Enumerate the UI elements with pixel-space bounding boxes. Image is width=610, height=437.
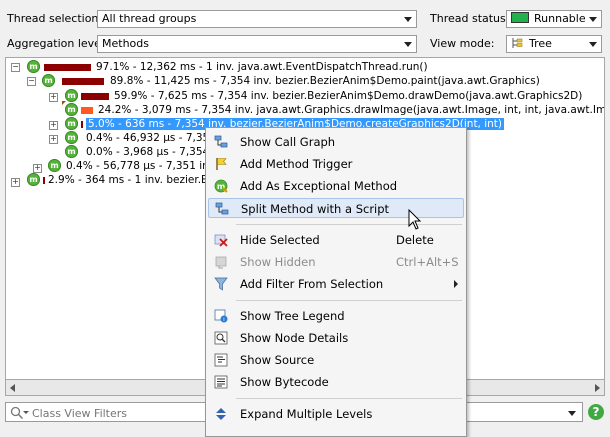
chevron-down-icon[interactable] <box>568 411 576 416</box>
hide-icon <box>214 234 228 247</box>
node-details-icon <box>214 331 228 345</box>
menu-item-show-hidden: Show Hidden Ctrl+Alt+S <box>208 252 464 272</box>
chevron-down-icon <box>404 17 412 22</box>
method-icon: m <box>48 159 61 172</box>
tree-row[interactable]: 97.1% - 12,362 ms - 1 inv. java.awt.Even… <box>96 60 428 74</box>
tree-row[interactable]: 59.9% - 7,625 ms - 7,354 inv. bezier.Bez… <box>114 89 582 103</box>
view-mode-value: Tree <box>529 37 552 50</box>
expand-toggle[interactable]: + <box>33 164 42 173</box>
view-mode-label: View mode: <box>430 37 495 50</box>
menu-item-label: Show Source <box>240 353 315 367</box>
expand-toggle[interactable]: + <box>49 121 58 130</box>
menu-item-label: Add Filter From Selection <box>240 277 384 291</box>
aggregation-level-dropdown[interactable]: Methods <box>97 35 417 53</box>
tree-row[interactable]: 2.9% - 364 ms - 1 inv. bezier.Bez <box>48 173 220 187</box>
collapse-toggle[interactable]: − <box>27 77 36 86</box>
chevron-down-icon[interactable] <box>23 411 29 414</box>
percentage-bar <box>81 121 83 128</box>
menu-item-label: Show Tree Legend <box>240 309 345 323</box>
method-icon: m <box>27 173 40 186</box>
menu-item-split-method-script[interactable]: Split Method with a Script <box>208 198 464 218</box>
chevron-down-icon <box>404 42 412 47</box>
tree-view-icon <box>512 38 523 48</box>
expand-toggle[interactable]: + <box>49 135 58 144</box>
svg-text:i: i <box>223 317 224 323</box>
method-icon: m <box>27 60 40 73</box>
menu-separator <box>236 224 462 225</box>
tree-row[interactable]: 0.4% - 46,932 µs - 7,35 <box>86 131 209 145</box>
menu-item-label: Add Method Trigger <box>240 157 353 171</box>
filter-icon <box>214 277 228 291</box>
percentage-bar <box>62 78 104 85</box>
aggregation-level-value: Methods <box>102 37 149 50</box>
tree-row[interactable]: 24.2% - 3,079 ms - 7,354 inv. java.awt.G… <box>98 103 604 117</box>
runnable-status-icon <box>511 12 529 23</box>
tree-row[interactable]: 0.4% - 56,778 µs - 7,351 inv <box>66 159 215 173</box>
tree-legend-icon: i <box>214 309 228 323</box>
method-icon: m <box>42 74 55 87</box>
menu-item-add-filter[interactable]: Add Filter From Selection <box>208 274 464 294</box>
mouse-cursor-icon <box>408 209 422 230</box>
thread-selection-dropdown[interactable]: All thread groups <box>97 10 417 28</box>
method-icon: m <box>65 131 78 144</box>
menu-item-show-bytecode[interactable]: Show Bytecode <box>208 372 464 392</box>
flag-icon <box>216 158 227 170</box>
menu-item-label: Show Call Graph <box>240 135 336 149</box>
submenu-arrow-icon <box>454 280 458 288</box>
source-icon <box>214 353 228 367</box>
menu-item-shortcut: Delete <box>396 233 434 247</box>
menu-item-label: Show Node Details <box>240 331 349 345</box>
menu-item-show-call-graph[interactable]: Show Call Graph <box>208 132 464 152</box>
menu-item-hide-selected[interactable]: Hide Selected Delete <box>208 230 464 250</box>
percentage-bar <box>44 64 91 71</box>
menu-item-label: Show Hidden <box>240 255 316 269</box>
menu-separator <box>236 300 462 301</box>
menu-item-label: Split Method with a Script <box>241 202 390 216</box>
menu-item-show-source[interactable]: Show Source <box>208 350 464 370</box>
thread-status-value: Runnable <box>534 12 586 25</box>
chevron-down-icon <box>589 42 597 47</box>
method-icon: m <box>65 89 78 102</box>
collapse-toggle[interactable]: − <box>11 63 20 72</box>
bytecode-icon <box>214 375 228 389</box>
percentage-bar <box>81 93 109 100</box>
help-icon[interactable]: ? <box>588 404 604 420</box>
method-icon: m <box>62 101 78 116</box>
tree-row[interactable]: 0.0% - 3,968 µs - 7,354 <box>86 145 209 159</box>
show-hidden-icon <box>215 256 227 269</box>
percentage-bar <box>81 107 93 114</box>
menu-item-label: Show Bytecode <box>240 375 329 389</box>
menu-item-expand-multiple-levels[interactable]: Expand Multiple Levels <box>208 404 464 424</box>
thread-selection-value: All thread groups <box>102 12 197 25</box>
view-mode-dropdown[interactable]: Tree <box>506 35 602 53</box>
menu-item-shortcut: Ctrl+Alt+S <box>396 255 459 269</box>
expand-toggle[interactable]: + <box>49 93 58 102</box>
menu-item-show-tree-legend[interactable]: i Show Tree Legend <box>208 306 464 326</box>
percentage-bar <box>43 177 45 184</box>
chevron-down-icon <box>589 17 597 22</box>
exceptional-method-icon: m <box>214 179 228 193</box>
search-icon <box>10 406 24 420</box>
method-icon: m <box>65 145 78 158</box>
menu-item-show-node-details[interactable]: Show Node Details <box>208 328 464 348</box>
menu-item-add-method-trigger[interactable]: Add Method Trigger <box>208 154 464 174</box>
expand-toggle[interactable]: + <box>11 178 20 187</box>
scroll-right-icon[interactable] <box>595 384 600 392</box>
method-icon: m <box>65 117 78 130</box>
menu-item-label: Add As Exceptional Method <box>240 179 398 193</box>
call-graph-icon <box>214 135 228 148</box>
expand-levels-icon <box>216 408 226 420</box>
thread-status-dropdown[interactable]: Runnable <box>506 10 602 28</box>
thread-selection-label: Thread selection: <box>7 12 103 25</box>
menu-item-add-exceptional-method[interactable]: m Add As Exceptional Method <box>208 176 464 196</box>
context-menu: Show Call Graph Add Method Trigger m Add… <box>205 127 467 437</box>
menu-separator <box>236 398 462 399</box>
menu-item-label: Expand Multiple Levels <box>240 407 373 421</box>
tree-row[interactable]: 89.8% - 11,425 ms - 7,354 inv. bezier.Be… <box>110 74 540 88</box>
aggregation-level-label: Aggregation level: <box>7 37 108 50</box>
scroll-left-icon[interactable] <box>10 384 15 392</box>
split-method-icon <box>215 202 229 215</box>
menu-item-label: Hide Selected <box>240 233 320 247</box>
thread-status-label: Thread status: <box>430 12 510 25</box>
